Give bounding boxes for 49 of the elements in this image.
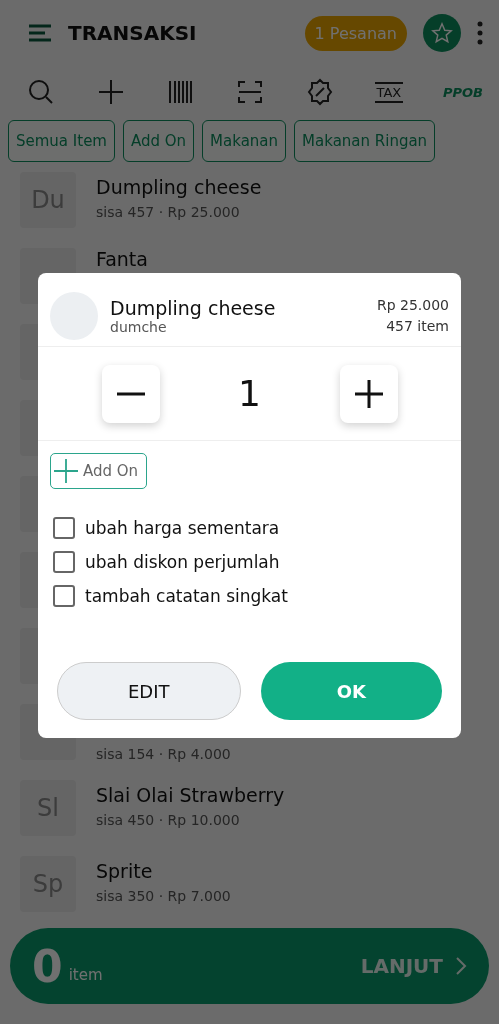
checkbox[interactable] [53, 517, 75, 539]
option-label: ubah harga sementara [85, 518, 280, 538]
dialog-stock: 457 item [385, 316, 449, 336]
dialog-price: Rp 25.000 [376, 295, 449, 315]
decrease-button[interactable] [101, 364, 160, 423]
item-name: Slai Olai Strawberry [96, 784, 285, 806]
dialog-item-name: Dumpling cheese [110, 296, 276, 319]
category-chip[interactable]: Makanan Ringan [294, 120, 436, 162]
plus-icon [354, 379, 383, 408]
order-badge[interactable]: 1 Pesanan [304, 15, 407, 51]
frame-icon [236, 78, 265, 106]
bars-icon [166, 78, 195, 106]
increase-button[interactable] [339, 364, 398, 423]
page-title: TRANSAKSI [68, 21, 198, 45]
item-detail: sisa 450 · Rp 10.000 [96, 812, 241, 828]
dialog-item-code: dumche [110, 318, 167, 335]
item-detail: sisa 154 · Rp 4.000 [96, 746, 231, 762]
ppob-button[interactable]: PPOB [442, 84, 483, 100]
badge-icon [305, 78, 334, 106]
item-detail: sisa 350 · Rp 7.000 [96, 888, 231, 904]
more-icon[interactable] [477, 21, 483, 45]
plus-icon [53, 458, 79, 484]
item-detail: sisa 457 · Rp 25.000 [96, 204, 241, 220]
menu-icon[interactable] [28, 24, 52, 42]
minus-icon [116, 391, 145, 396]
item-name: Fanta [96, 248, 148, 270]
continue-label: LANJUT [360, 954, 443, 978]
chevron-icon [455, 956, 467, 976]
plus-icon [96, 78, 125, 106]
star-icon [431, 22, 453, 44]
item-count: 0 [32, 940, 63, 992]
magnifier-icon [27, 78, 55, 106]
edit-button[interactable]: EDIT [57, 662, 241, 720]
tax-button[interactable]: TAX [374, 81, 404, 103]
item-name: Sprite [96, 860, 154, 882]
ok-button[interactable]: OK [260, 662, 442, 720]
item-name: Dumpling cheese [96, 176, 262, 198]
item-unit: item [68, 966, 104, 984]
add-on-button[interactable]: Add On [50, 453, 148, 489]
category-chip[interactable]: Makanan [202, 120, 287, 162]
checkbox[interactable] [53, 585, 75, 607]
favorite-button[interactable] [423, 14, 461, 52]
checkbox[interactable] [53, 551, 75, 573]
category-chip[interactable]: Semua Item [8, 120, 115, 162]
quantity-value: 1 [237, 373, 262, 414]
option-label: ubah diskon perjumlah [85, 552, 280, 572]
option-label: tambah catatan singkat [85, 586, 288, 606]
checkout-bar[interactable]: 0 item LANJUT [10, 928, 489, 1004]
category-chip[interactable]: Add On [123, 120, 195, 162]
